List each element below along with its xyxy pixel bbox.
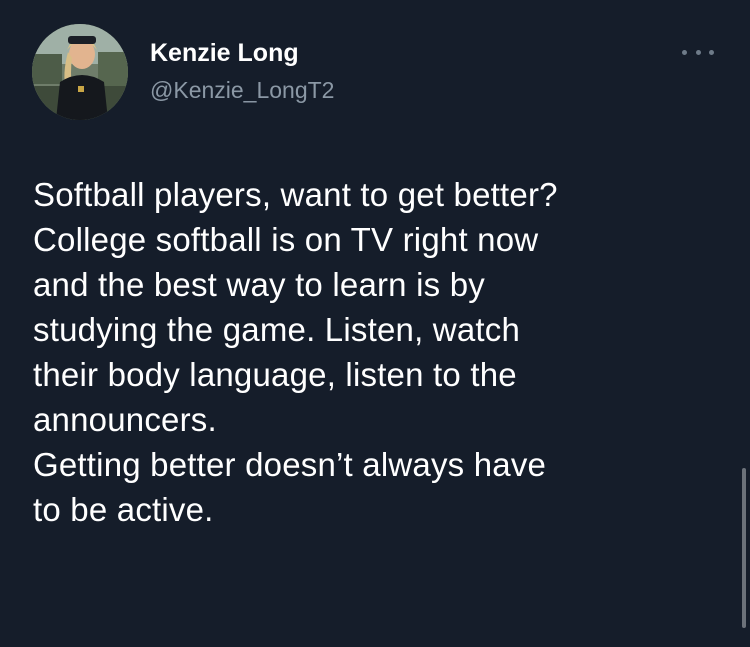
display-name[interactable]: Kenzie Long [150,38,299,68]
tweet-text: Softball players, want to get better? Co… [33,172,723,532]
more-options-icon[interactable] [682,46,714,58]
more-dot [709,49,714,55]
tweet-text-line: studying the game. Listen, watch [33,311,521,348]
tweet-card: Kenzie Long @Kenzie_LongT2 Softball play… [0,0,750,647]
avatar[interactable] [32,24,128,120]
more-dot [682,49,687,55]
avatar-photo [32,24,128,120]
tweet-text-line: to be active. [33,491,214,528]
tweet-text-line: Softball players, want to get better? [33,176,558,213]
tweet-text-line: announcers. [33,401,217,438]
tweet-text-line: and the best way to learn is by [33,266,485,303]
tweet-text-line: their body language, listen to the [33,356,517,393]
more-dot [695,49,701,55]
tweet-text-line: Getting better doesn’t always have [33,446,547,483]
tweet-text-line: College softball is on TV right now [33,221,539,258]
user-handle[interactable]: @Kenzie_LongT2 [150,76,334,104]
scrollbar[interactable] [742,468,746,628]
